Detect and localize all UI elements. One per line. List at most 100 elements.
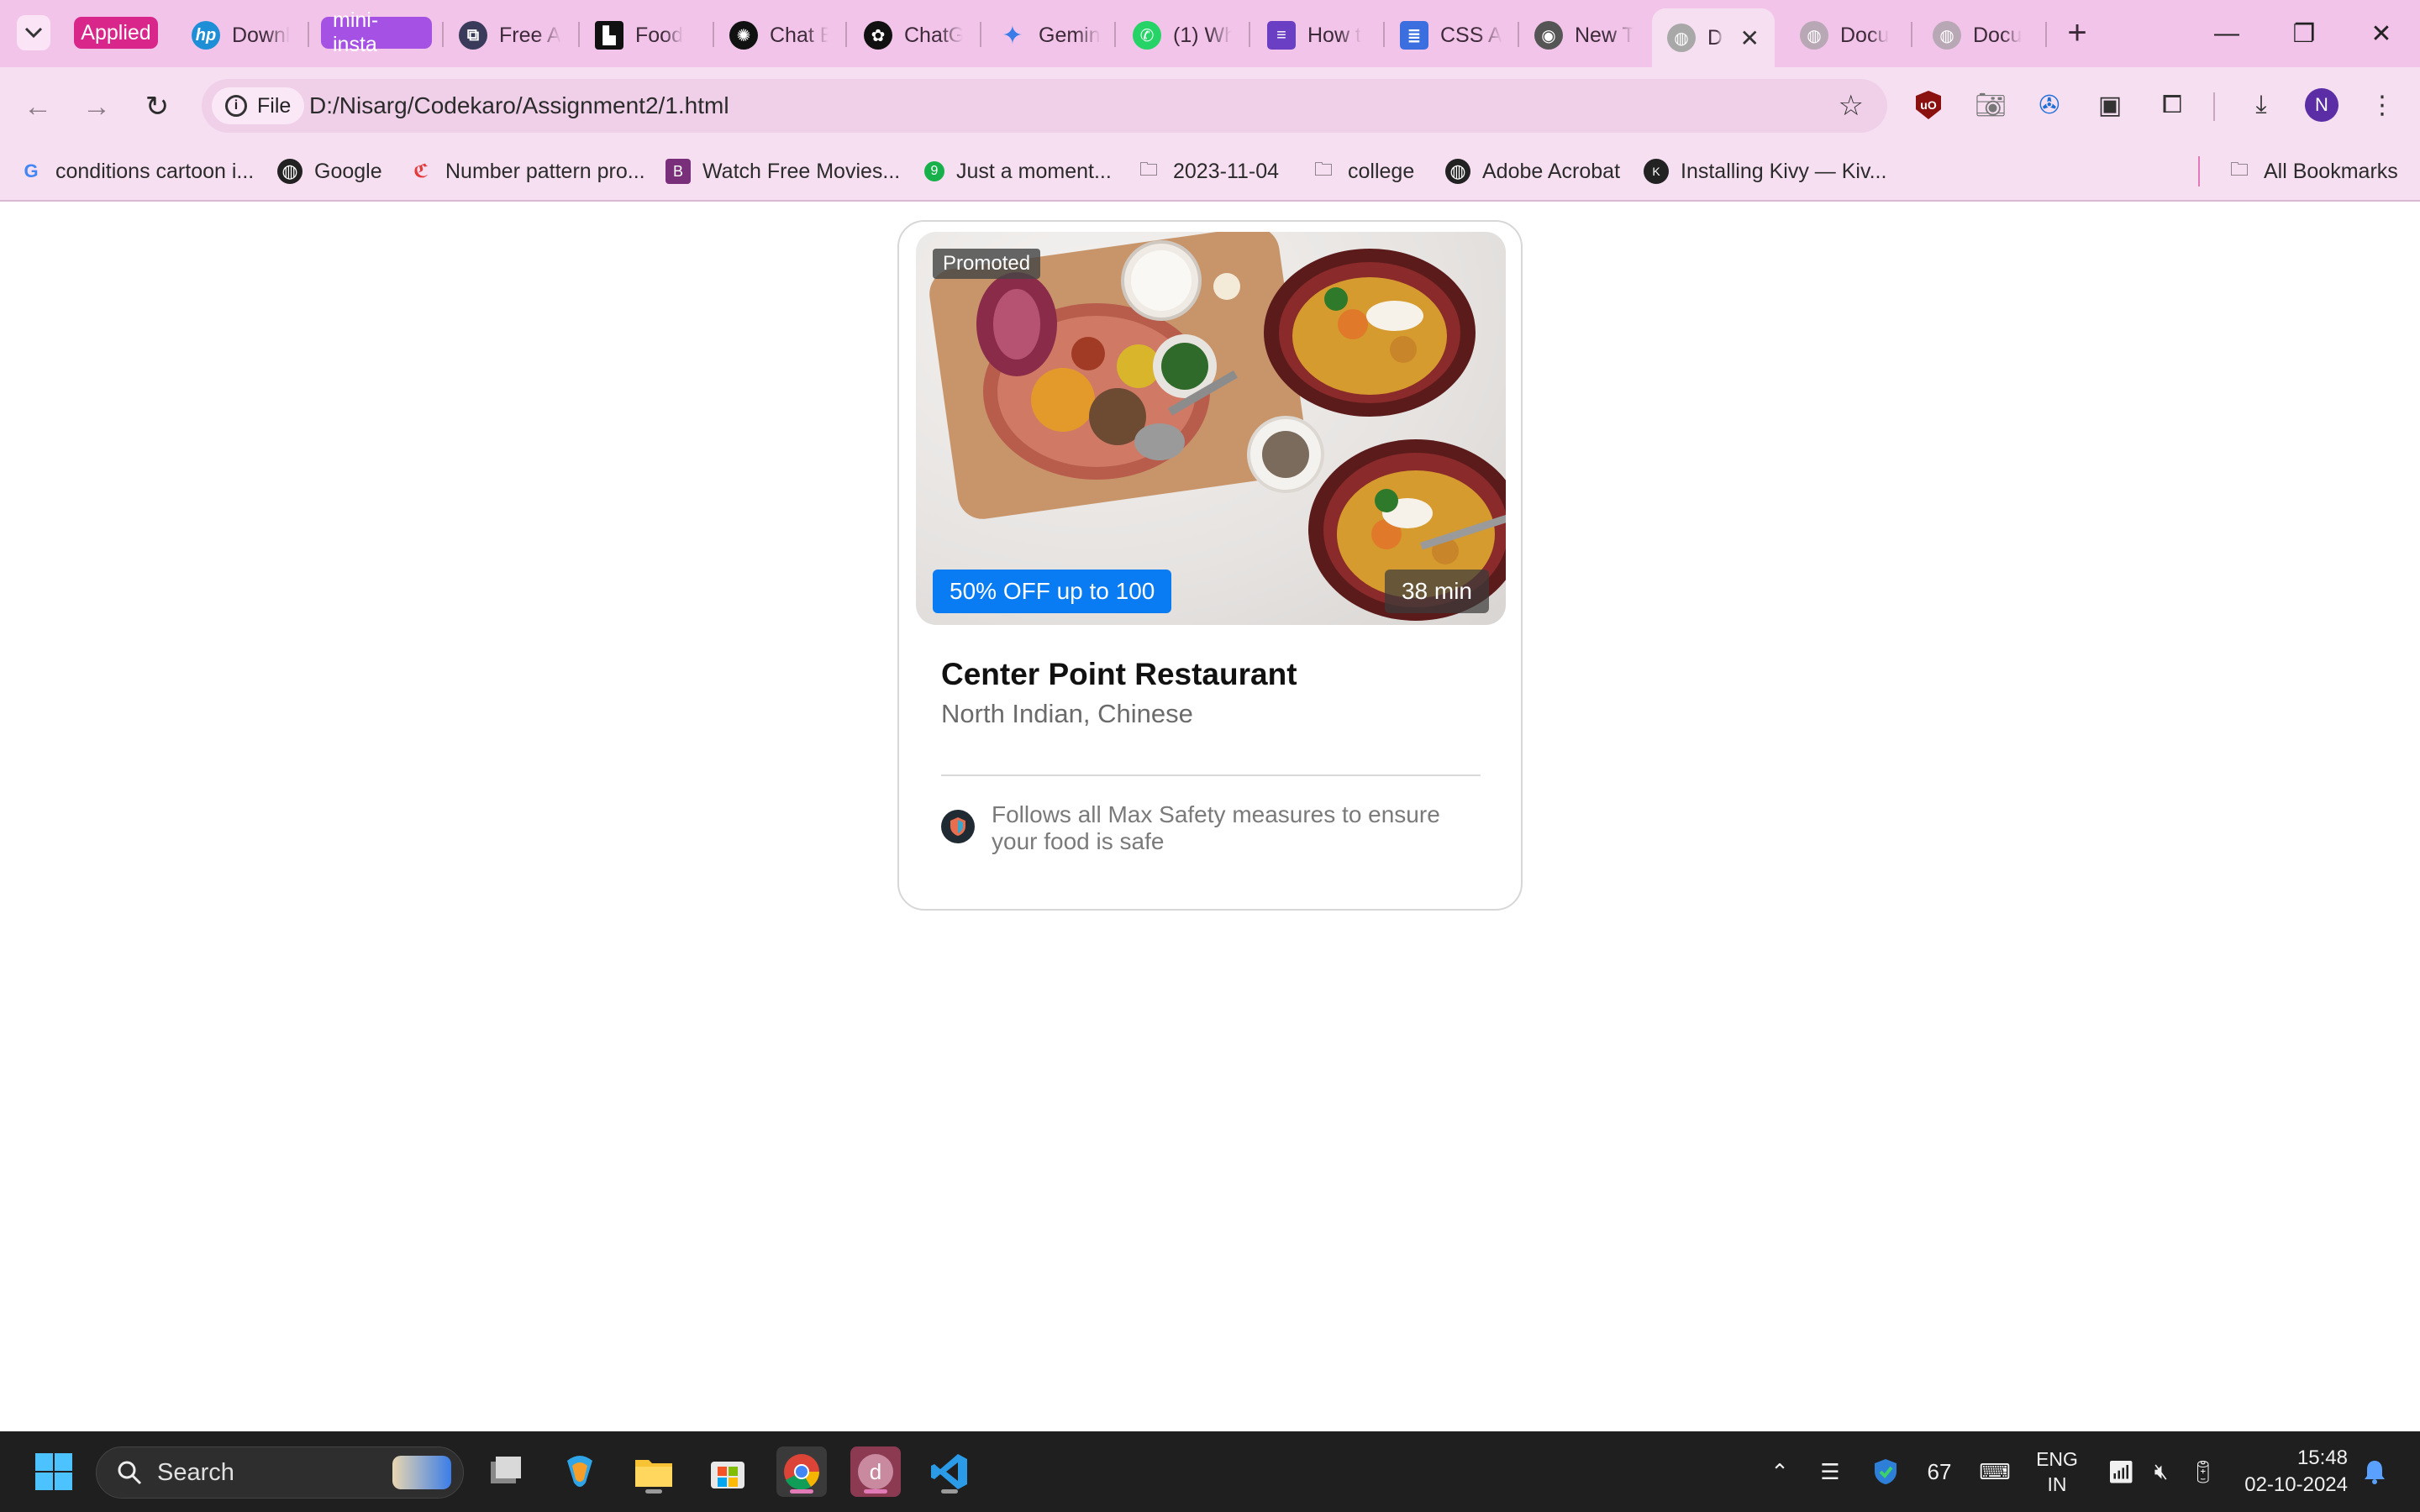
arrow-right-icon: → <box>82 90 111 123</box>
tab-free-app[interactable]: ⧉ Free A <box>459 12 568 59</box>
card-divider <box>941 774 1481 776</box>
bookmark-item[interactable]: B Watch Free Movies... <box>666 155 900 188</box>
minimize-button[interactable]: — <box>2188 0 2265 67</box>
bookmark-item[interactable]: ◍ Google <box>277 155 382 188</box>
tab-chat-bot[interactable]: ✺ Chat B <box>729 12 829 59</box>
tab-label: How t <box>1307 23 1361 47</box>
safety-shield-icon <box>941 810 975 843</box>
site-info-chip[interactable]: i File <box>212 87 305 124</box>
tab-downloads[interactable]: hp Downl <box>192 12 291 59</box>
windows-security-button[interactable] <box>1867 1431 1904 1512</box>
extensions-menu-button[interactable]: ⧠ <box>2151 84 2193 126</box>
folder-icon: 🗀 <box>1313 159 1333 180</box>
extension-button[interactable]: ✇ <box>2028 84 2070 126</box>
tab-document[interactable]: ◍ Docu <box>1800 12 1906 59</box>
running-indicator <box>864 1489 887 1494</box>
clock-button[interactable]: 15:48 02-10-2024 <box>2237 1431 2348 1512</box>
keyboard-button[interactable]: ⌨ <box>1975 1431 2015 1512</box>
delivery-time-badge: 38 min <box>1384 570 1489 613</box>
folder-icon <box>635 1460 672 1487</box>
tab-strip: Applied hp Downl mini-insta ⧉ Free A ▙ F… <box>0 0 2420 67</box>
tray-app-button[interactable]: ☰ <box>1812 1431 1849 1512</box>
docs-icon: ≣ <box>1400 21 1428 50</box>
free-app-icon: ⧉ <box>459 21 487 50</box>
bookmark-star-icon[interactable]: ☆ <box>1839 89 1864 123</box>
wifi-icon: 📶︎ <box>2107 1458 2135 1484</box>
tab-new-tab[interactable]: ◉ New T <box>1534 12 1634 59</box>
language-indicator[interactable]: ENG IN <box>2030 1431 2084 1512</box>
restaurant-cuisine: North Indian, Chinese <box>941 699 1193 728</box>
profile-button[interactable]: N <box>2301 84 2343 126</box>
volume-button[interactable]: 🔇︎ <box>2143 1431 2180 1512</box>
tab-gemini[interactable]: ✦ Gemin <box>998 12 1102 59</box>
food-illustration <box>929 232 1506 621</box>
tab-food[interactable]: ▙ Food <box>595 12 694 59</box>
tab-group-mini-insta[interactable]: mini-insta <box>321 8 432 56</box>
back-button[interactable]: ← <box>17 86 59 128</box>
tab-document[interactable]: ◍ Docu <box>1933 12 2039 59</box>
bookmark-item[interactable]: ◍ Adobe Acrobat <box>1445 155 1620 188</box>
folder-icon: 🗀 <box>1139 159 1158 180</box>
copilot-button[interactable] <box>555 1446 605 1497</box>
bookmark-folder[interactable]: 🗀 2023-11-04 <box>1136 155 1279 188</box>
food-image: Promoted 50% OFF up to 100 38 min <box>916 232 1506 625</box>
battery-button[interactable]: 🔋︎ <box>2185 1431 2222 1512</box>
close-window-button[interactable]: ✕ <box>2343 0 2420 67</box>
microsoft-store-button[interactable] <box>702 1446 753 1497</box>
tab-label: D <box>1707 25 1723 50</box>
tab-whatsapp[interactable]: ✆ (1) Wh <box>1133 12 1232 59</box>
tab-separator <box>1911 22 1912 47</box>
start-button[interactable] <box>29 1446 79 1497</box>
downloads-button[interactable]: ⤓ <box>2240 84 2282 126</box>
tab-label: Downl <box>232 23 291 47</box>
taskbar-search[interactable]: Search <box>96 1446 464 1499</box>
bookmark-item[interactable]: 9 Just a moment... <box>924 155 1112 188</box>
windows-icon <box>35 1453 72 1490</box>
bookmark-label: All Bookmarks <box>2264 159 2398 183</box>
bookmark-folder[interactable]: 🗀 college <box>1311 155 1414 188</box>
tab-search-button[interactable] <box>17 15 50 50</box>
bookmark-item[interactable]: ℭ Number pattern pro... <box>408 155 645 188</box>
vscode-button[interactable] <box>924 1446 975 1497</box>
volume-muted-icon: 🔇︎ <box>2154 1458 2169 1483</box>
tab-label: Docu <box>1973 23 2023 47</box>
tab-group-applied[interactable]: Applied <box>74 17 158 49</box>
tab-separator <box>1249 22 1250 47</box>
tab-group-label: mini-insta <box>333 8 379 56</box>
all-bookmarks-button[interactable]: 🗀 All Bookmarks <box>2227 155 2398 188</box>
restaurant-card[interactable]: Promoted 50% OFF up to 100 38 min Center… <box>897 220 1523 911</box>
tab-chatgpt[interactable]: ✿ ChatG <box>864 12 963 59</box>
chrome-taskbar-button[interactable] <box>776 1446 827 1497</box>
restore-button[interactable]: ❐ <box>2265 0 2343 67</box>
forward-button[interactable]: → <box>76 86 118 128</box>
task-view-button[interactable] <box>481 1446 531 1497</box>
notifications-button[interactable] <box>2356 1431 2393 1512</box>
reload-button[interactable]: ↻ <box>136 86 178 128</box>
forms-icon: ≡ <box>1267 21 1296 50</box>
bookmark-label: conditions cartoon i... <box>55 159 255 183</box>
bookmark-item[interactable]: G conditions cartoon i... <box>18 155 254 188</box>
show-hidden-icons-button[interactable]: ⌃ <box>1763 1431 1797 1512</box>
address-bar[interactable]: i File D:/Nisarg/Codekaro/Assignment2/1.… <box>202 79 1887 133</box>
language-code: ENG <box>2036 1448 2078 1470</box>
tab-how-to[interactable]: ≡ How t <box>1267 12 1366 59</box>
browser-menu-button[interactable]: ⋮ <box>2361 84 2403 126</box>
browser-profile-taskbar-button[interactable]: d <box>850 1446 901 1497</box>
ublock-extension-button[interactable]: uO <box>1907 84 1949 126</box>
bookmark-label: Just a moment... <box>956 159 1112 183</box>
tab-active[interactable]: ◍ D ✕ <box>1652 8 1775 67</box>
close-tab-icon[interactable]: ✕ <box>1740 24 1760 52</box>
screenshot-extension-button[interactable]: 📷︎ <box>1970 84 2012 126</box>
file-explorer-button[interactable] <box>629 1446 679 1497</box>
restaurant-name: Center Point Restaurant <box>941 657 1297 691</box>
temperature-indicator[interactable]: 67 <box>1921 1431 1958 1512</box>
bookmark-label: Google <box>314 159 382 183</box>
search-highlight-icon <box>392 1456 451 1489</box>
bookmark-item[interactable]: K Installing Kivy — Kiv... <box>1644 155 1886 188</box>
tab-css[interactable]: ≣ CSS A <box>1400 12 1504 59</box>
new-tab-button[interactable]: + <box>2059 12 2096 54</box>
google-icon: G <box>24 160 39 181</box>
network-button[interactable]: 📶︎ <box>2102 1431 2139 1512</box>
picture-in-picture-button[interactable]: ▣ <box>2089 84 2131 126</box>
bookmark-label: 2023-11-04 <box>1173 159 1280 183</box>
